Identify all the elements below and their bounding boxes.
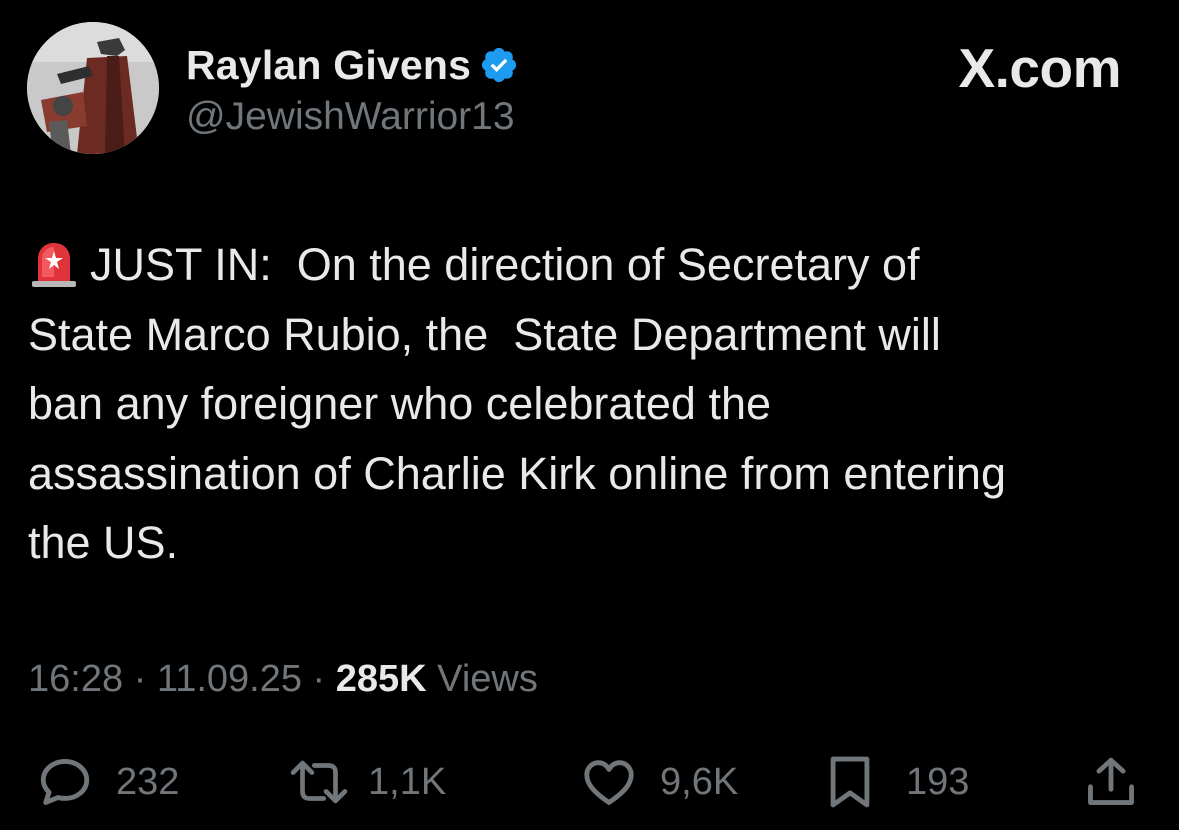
tweet-card: Raylan Givens @JewishWarrior13 X.com JUS… bbox=[0, 0, 1179, 830]
views-count: 285K bbox=[335, 658, 427, 700]
meta-separator: · bbox=[133, 658, 147, 700]
like-count: 9,6K bbox=[660, 760, 739, 803]
reply-count: 232 bbox=[116, 760, 180, 803]
reply-button[interactable]: 232 bbox=[36, 752, 179, 812]
bookmark-count: 193 bbox=[906, 760, 970, 803]
author-display-name[interactable]: Raylan Givens bbox=[186, 42, 471, 89]
meta-separator: · bbox=[312, 658, 326, 700]
share-icon bbox=[1088, 757, 1134, 805]
share-button[interactable] bbox=[1082, 752, 1140, 812]
verified-badge-icon bbox=[479, 45, 519, 85]
action-bar: 232 1,1K 9,6K 193 bbox=[0, 752, 1179, 812]
bookmark-button[interactable]: 193 bbox=[824, 752, 969, 812]
brand-text: X.com bbox=[958, 37, 1121, 99]
author-handle[interactable]: @JewishWarrior13 bbox=[186, 95, 515, 139]
views-label: Views bbox=[437, 658, 538, 700]
repost-button[interactable]: 1,1K bbox=[286, 752, 446, 812]
post-text-block: JUST IN: On the direction of Secretary o… bbox=[28, 230, 1158, 578]
author-name-row[interactable]: Raylan Givens bbox=[186, 40, 519, 90]
repost-count: 1,1K bbox=[368, 760, 447, 803]
bookmark-icon bbox=[830, 756, 870, 808]
avatar-image bbox=[27, 22, 159, 154]
heart-icon bbox=[584, 760, 634, 805]
brand-logo: X.com bbox=[958, 36, 1121, 100]
avatar[interactable] bbox=[27, 22, 159, 154]
reply-icon bbox=[40, 759, 90, 805]
post-text: JUST IN: On the direction of Secretary o… bbox=[28, 239, 1006, 568]
post-date[interactable]: 11.09.25 bbox=[157, 658, 302, 700]
post-time[interactable]: 16:28 bbox=[28, 658, 123, 700]
post-meta: 16:28 · 11.09.25 · 285K Views bbox=[28, 658, 538, 701]
repost-icon bbox=[290, 760, 348, 804]
police-siren-icon bbox=[28, 237, 80, 289]
like-button[interactable]: 9,6K bbox=[580, 752, 738, 812]
